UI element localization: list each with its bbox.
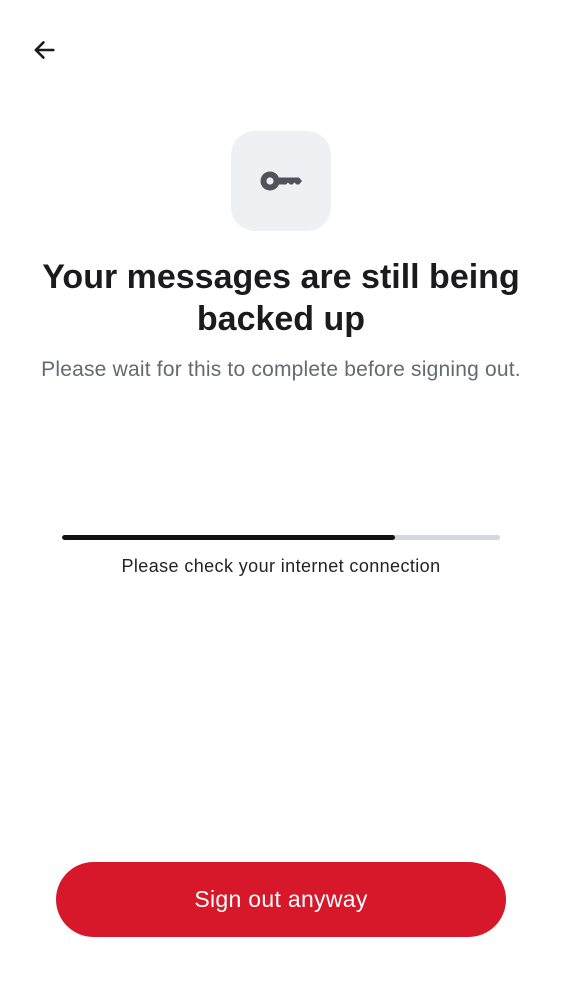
connection-status-text: Please check your internet connection [121,556,441,576]
backup-progress-fill [62,535,395,540]
sign-out-anyway-button[interactable]: Sign out anyway [56,862,506,937]
page-subtitle: Please wait for this to complete before … [41,358,521,381]
key-icon [260,171,302,191]
back-button[interactable] [22,28,66,72]
key-icon-tile [231,131,331,231]
backup-progress-bar [62,535,500,540]
sign-out-anyway-label: Sign out anyway [194,886,368,912]
page-title: Your messages are still being backed up [42,258,520,338]
arrow-left-icon [34,41,55,59]
